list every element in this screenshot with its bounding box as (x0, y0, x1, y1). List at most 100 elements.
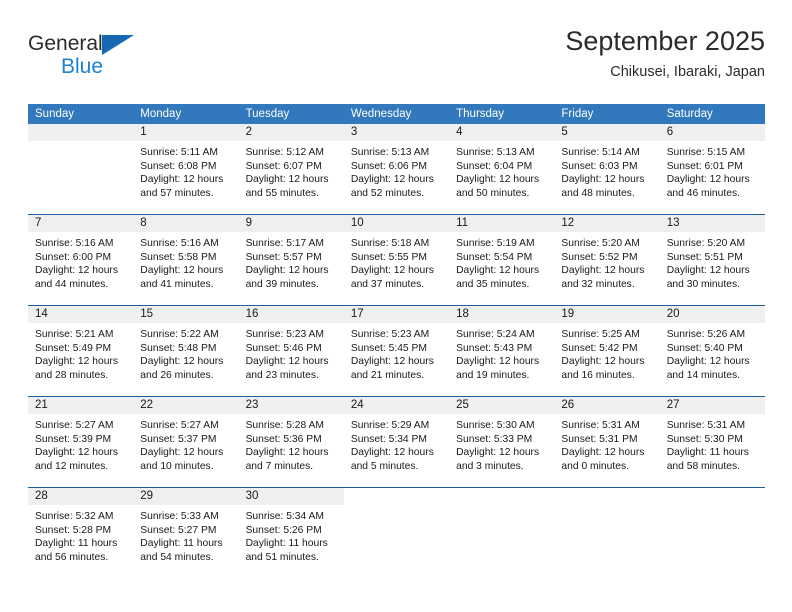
day-detail-line: and 5 minutes. (350, 460, 419, 472)
day-number: 12 (554, 215, 660, 232)
calendar-day-cell[interactable]: 30 Sunrise: 5:34 AM Sunset: 5:26 PM Dayligh… (238, 487, 344, 578)
day-detail-line: Sunset: 5:54 PM (456, 251, 533, 263)
calendar-day-cell[interactable]: 3 Sunrise: 5:13 AM Sunset: 6:06 PM Daylight… (343, 124, 450, 215)
day-detail-line: Sunrise: 5:19 AM (456, 238, 535, 249)
calendar-day-cell[interactable]: 4 Sunrise: 5:13 AM Sunset: 6:04 PM Daylight… (449, 124, 555, 215)
calendar-week-row: 21 Sunrise: 5:27 AM Sunset: 5:39 PM Dayligh… (28, 396, 765, 488)
logo-text-general: General (28, 32, 103, 55)
day-number: 5 (554, 124, 660, 141)
calendar-day-cell[interactable]: 10 Sunrise: 5:18 AM Sunset: 5:55 PM Dayligh… (343, 214, 450, 306)
day-detail-line: and 58 minutes. (666, 460, 740, 472)
calendar-day-cell[interactable]: 29 Sunrise: 5:33 AM Sunset: 5:27 PM Dayligh… (133, 487, 239, 578)
day-details: Sunrise: 5:13 AM Sunset: 6:04 PM Daylight:… (449, 141, 554, 200)
day-details: Sunrise: 5:31 AM Sunset: 5:31 PM Daylight:… (554, 414, 659, 473)
day-detail-line: Daylight: 11 hours (35, 538, 118, 550)
calendar-day-cell[interactable]: 15 Sunrise: 5:22 AM Sunset: 5:48 PM Dayligh… (133, 305, 239, 397)
day-detail-line: Daylight: 12 hours (456, 356, 540, 368)
day-detail-line: Daylight: 12 hours (561, 174, 645, 186)
calendar-day-cell[interactable]: 24 Sunrise: 5:29 AM Sunset: 5:34 PM Dayligh… (343, 396, 450, 488)
page-subtitle: Chikusei, Ibaraki, Japan (610, 64, 765, 80)
calendar-day-cell[interactable]: 18 Sunrise: 5:24 AM Sunset: 5:43 PM Dayligh… (449, 305, 555, 397)
calendar-day-cell[interactable]: 2 Sunrise: 5:12 AM Sunset: 6:07 PM Daylight… (238, 124, 344, 215)
weekday-header-monday: Monday (133, 104, 239, 124)
day-detail-line: Sunset: 5:39 PM (35, 433, 112, 445)
day-detail-line: Sunrise: 5:13 AM (350, 147, 430, 158)
day-detail-line: Daylight: 12 hours (561, 356, 645, 368)
day-detail-line: Daylight: 12 hours (666, 356, 750, 368)
day-detail-line: Sunrise: 5:32 AM (35, 511, 114, 522)
day-number: 28 (28, 488, 134, 505)
day-detail-line: Daylight: 12 hours (561, 265, 645, 277)
day-detail-line: Sunset: 5:42 PM (561, 342, 638, 354)
day-number: 17 (343, 306, 450, 323)
day-number (554, 488, 660, 505)
day-detail-line: and 19 minutes. (456, 369, 530, 381)
day-detail-line: and 41 minutes. (140, 278, 214, 290)
day-details: Sunrise: 5:20 AM Sunset: 5:51 PM Daylight:… (660, 232, 765, 291)
calendar-day-cell[interactable]: 25 Sunrise: 5:30 AM Sunset: 5:33 PM Dayligh… (449, 396, 555, 488)
calendar-day-cell[interactable]: 6 Sunrise: 5:15 AM Sunset: 6:01 PM Daylight… (659, 124, 765, 215)
calendar-day-cell[interactable]: 12 Sunrise: 5:20 AM Sunset: 5:52 PM Dayligh… (554, 214, 660, 306)
day-details: Sunrise: 5:23 AM Sunset: 5:45 PM Daylight:… (344, 323, 449, 382)
calendar-day-cell[interactable]: 23 Sunrise: 5:28 AM Sunset: 5:36 PM Dayligh… (238, 396, 344, 488)
calendar-day-cell[interactable]: 13 Sunrise: 5:20 AM Sunset: 5:51 PM Dayligh… (659, 214, 765, 306)
calendar-day-cell[interactable]: 8 Sunrise: 5:16 AM Sunset: 5:58 PM Daylight… (133, 214, 239, 306)
day-detail-line: Sunset: 5:58 PM (140, 251, 217, 263)
day-detail-line: Sunrise: 5:13 AM (456, 147, 535, 158)
calendar-day-cell[interactable]: 7 Sunrise: 5:16 AM Sunset: 6:00 PM Daylight… (28, 214, 134, 306)
day-number: 16 (238, 306, 344, 323)
day-detail-line: Sunrise: 5:23 AM (245, 329, 324, 340)
day-detail-line: Sunset: 5:34 PM (350, 433, 427, 445)
day-detail-line: Sunrise: 5:23 AM (350, 329, 430, 340)
day-detail-line: Daylight: 12 hours (350, 447, 434, 459)
day-detail-line: and 56 minutes. (35, 551, 109, 563)
calendar-empty-cell (449, 487, 555, 578)
calendar-day-cell[interactable]: 14 Sunrise: 5:21 AM Sunset: 5:49 PM Dayligh… (28, 305, 134, 397)
day-number: 26 (554, 397, 660, 414)
day-detail-line: Sunrise: 5:31 AM (666, 420, 746, 431)
day-number: 4 (449, 124, 555, 141)
calendar-day-cell[interactable]: 17 Sunrise: 5:23 AM Sunset: 5:45 PM Dayligh… (343, 305, 450, 397)
day-detail-line: and 52 minutes. (350, 187, 425, 199)
day-details: Sunrise: 5:21 AM Sunset: 5:49 PM Daylight:… (28, 323, 133, 382)
calendar-day-cell[interactable]: 1 Sunrise: 5:11 AM Sunset: 6:08 PM Daylight… (133, 124, 239, 215)
calendar-day-cell[interactable]: 26 Sunrise: 5:31 AM Sunset: 5:31 PM Dayligh… (554, 396, 660, 488)
day-detail-line: and 3 minutes. (456, 460, 524, 472)
calendar-day-cell[interactable]: 9 Sunrise: 5:17 AM Sunset: 5:57 PM Daylight… (238, 214, 344, 306)
day-details: Sunrise: 5:25 AM Sunset: 5:42 PM Daylight:… (554, 323, 659, 382)
calendar-day-cell[interactable]: 5 Sunrise: 5:14 AM Sunset: 6:03 PM Daylight… (554, 124, 660, 215)
calendar-day-cell[interactable]: 21 Sunrise: 5:27 AM Sunset: 5:39 PM Dayligh… (28, 396, 134, 488)
calendar-day-cell[interactable]: 19 Sunrise: 5:25 AM Sunset: 5:42 PM Dayligh… (554, 305, 660, 397)
day-number: 23 (238, 397, 344, 414)
day-detail-line: and 55 minutes. (245, 187, 319, 199)
calendar-day-cell[interactable]: 20 Sunrise: 5:26 AM Sunset: 5:40 PM Dayligh… (659, 305, 765, 397)
day-detail-line: Daylight: 12 hours (245, 447, 329, 459)
calendar-week-row: 14 Sunrise: 5:21 AM Sunset: 5:49 PM Dayligh… (28, 305, 765, 397)
day-detail-line: Sunrise: 5:11 AM (140, 147, 218, 158)
day-detail-line: Sunset: 5:57 PM (245, 251, 322, 263)
day-detail-line: and 37 minutes. (350, 278, 425, 290)
day-detail-line: and 7 minutes. (245, 460, 314, 472)
day-detail-line: and 46 minutes. (666, 187, 740, 199)
calendar-day-cell[interactable]: 11 Sunrise: 5:19 AM Sunset: 5:54 PM Dayligh… (449, 214, 555, 306)
day-number: 20 (659, 306, 765, 323)
day-number: 25 (449, 397, 555, 414)
day-details: Sunrise: 5:28 AM Sunset: 5:36 PM Daylight:… (239, 414, 344, 473)
day-detail-line: Daylight: 11 hours (245, 538, 328, 550)
calendar-day-cell[interactable]: 27 Sunrise: 5:31 AM Sunset: 5:30 PM Dayligh… (659, 396, 765, 488)
calendar-day-cell[interactable]: 22 Sunrise: 5:27 AM Sunset: 5:37 PM Dayligh… (133, 396, 239, 488)
calendar-day-cell[interactable]: 16 Sunrise: 5:23 AM Sunset: 5:46 PM Dayligh… (238, 305, 344, 397)
day-detail-line: Daylight: 12 hours (140, 174, 224, 186)
day-detail-line: Sunset: 5:31 PM (561, 433, 638, 445)
day-detail-line: Sunset: 5:55 PM (350, 251, 427, 263)
day-detail-line: and 57 minutes. (140, 187, 214, 199)
calendar-day-cell[interactable]: 28 Sunrise: 5:32 AM Sunset: 5:28 PM Dayligh… (28, 487, 134, 578)
day-number: 6 (659, 124, 765, 141)
day-detail-line: Daylight: 12 hours (350, 265, 434, 277)
day-detail-line: Sunset: 6:00 PM (35, 251, 112, 263)
day-number: 13 (659, 215, 765, 232)
day-detail-line: and 14 minutes. (666, 369, 740, 381)
calendar-empty-cell (554, 487, 660, 578)
day-detail-line: Daylight: 11 hours (140, 538, 223, 550)
day-number: 10 (343, 215, 450, 232)
